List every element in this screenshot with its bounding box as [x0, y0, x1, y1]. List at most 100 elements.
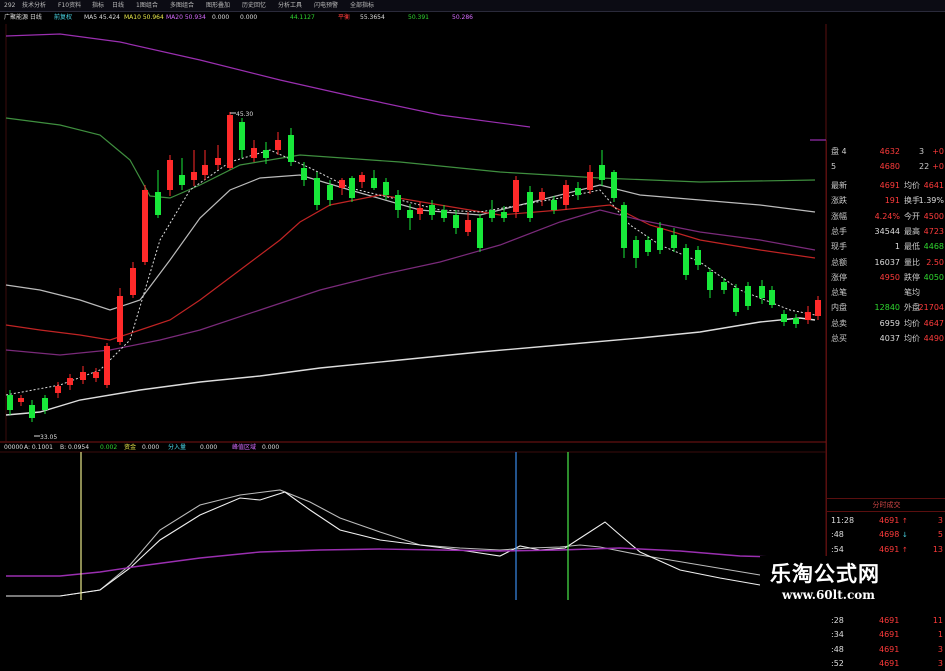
candle-body	[142, 190, 148, 262]
candle	[55, 382, 61, 398]
indicator-white-line	[6, 491, 815, 597]
indicator-code: 00000	[4, 444, 24, 451]
candle-body	[501, 212, 507, 218]
candle-body	[645, 240, 651, 252]
tick-row: :48 4698 ↓ 5	[827, 528, 945, 542]
tick-row: :52 4691 3	[827, 657, 945, 671]
quote-label-2: 均价	[904, 181, 920, 190]
tick-time: 11:28	[831, 516, 855, 525]
candle-body	[93, 372, 99, 378]
candle-body	[349, 178, 355, 198]
candle	[781, 310, 787, 326]
candle	[551, 196, 557, 214]
candle-body	[18, 398, 24, 402]
candle-body	[227, 115, 233, 168]
quote-row: 最新 4691 均价 4641	[827, 178, 945, 193]
candle-body	[191, 172, 197, 180]
quote-label-2: 今开	[904, 211, 920, 221]
candle-body	[611, 172, 617, 198]
quote-value: 1	[894, 242, 900, 252]
quote-label: 总卖	[831, 318, 847, 328]
candle-body	[551, 200, 557, 210]
indicator-v: 0.000	[262, 444, 280, 451]
candle	[349, 176, 355, 202]
quote-label: 总买	[831, 334, 847, 343]
quote-value-2: 1.39%	[918, 196, 944, 206]
quote-value: 6959	[879, 318, 900, 328]
boll-lower-line	[5, 317, 816, 416]
quote-value-2: 4723	[923, 226, 944, 236]
candle-body	[781, 314, 787, 322]
candle	[599, 150, 605, 186]
order-book-label: 盘 4	[831, 147, 847, 156]
candle-body	[202, 165, 208, 175]
ma-violet-line-2	[639, 219, 816, 251]
candle	[513, 176, 519, 218]
candle	[489, 200, 495, 222]
tick-volume: 11	[932, 616, 943, 626]
candle	[18, 395, 24, 406]
candle-body	[7, 395, 13, 410]
candle	[371, 170, 377, 190]
candle-body	[683, 248, 689, 275]
candle-body	[301, 168, 307, 180]
candle-body	[441, 210, 447, 218]
candle	[645, 236, 651, 256]
low-price-label: 33.05	[40, 434, 57, 441]
quote-value: 4691	[879, 181, 900, 190]
order-book-volume: 3	[919, 147, 925, 156]
order-book-row: 5 4680 22 +0	[827, 159, 945, 174]
order-book-change: +0	[932, 147, 944, 156]
kline-chart: 45.30 33.05	[0, 24, 827, 609]
quote-row: 涨跌 191 换手 1.39%	[827, 193, 945, 208]
candle-body	[805, 312, 811, 320]
candle	[769, 286, 775, 308]
quote-row: 涨停 4950 跌停 4050	[827, 270, 945, 285]
tick-trades-title[interactable]: 分时成交	[827, 498, 945, 512]
candle-body	[29, 405, 35, 418]
quote-label: 涨幅	[831, 211, 847, 221]
quote-label: 内盘	[831, 303, 847, 313]
quote-label-2: 最高	[904, 226, 920, 236]
quote-label: 最新	[831, 181, 847, 190]
watermark-title: 乐淘公式网	[770, 562, 880, 586]
candle-body	[104, 346, 110, 385]
candle	[130, 262, 136, 298]
order-book-price: 4632	[879, 147, 900, 156]
quote-label: 涨停	[831, 272, 847, 282]
candle	[227, 112, 233, 170]
candle-body	[733, 288, 739, 312]
candle	[142, 185, 148, 265]
candle-body	[80, 372, 86, 380]
candle	[191, 150, 197, 186]
indicator-label-1: 资金	[124, 444, 137, 451]
candle-body	[395, 195, 401, 210]
candle	[707, 268, 713, 298]
quote-value: 4037	[879, 334, 900, 343]
indicator-a: A: 0.1001	[24, 444, 53, 451]
candle-body	[527, 192, 533, 218]
candle-body	[130, 268, 136, 295]
quote-value: 4.24%	[874, 211, 900, 221]
tick-arrow: ↓	[902, 531, 908, 540]
quote-label-2: 跌停	[904, 272, 920, 282]
candle	[251, 140, 257, 162]
tick-time: :52	[831, 659, 844, 668]
tick-volume: 1	[937, 630, 943, 640]
candle	[202, 150, 208, 180]
candle-body	[707, 272, 713, 290]
candle	[339, 178, 345, 195]
candle	[745, 282, 751, 310]
site-watermark: 乐淘公式网 www.60lt.com	[760, 556, 945, 609]
indicator-purple-line	[6, 547, 816, 577]
quote-row: 总额 16037 量比 2.50	[827, 255, 945, 270]
candle	[793, 314, 799, 328]
tick-volume: 5	[937, 530, 943, 540]
candle-body	[793, 318, 799, 324]
tick-price: 4691	[879, 659, 900, 668]
candle-body	[657, 228, 663, 250]
tick-volume: 3	[937, 659, 943, 668]
quote-label: 总笔	[831, 288, 847, 298]
quote-label-2: 最低	[904, 242, 920, 252]
candle-body	[815, 300, 821, 316]
